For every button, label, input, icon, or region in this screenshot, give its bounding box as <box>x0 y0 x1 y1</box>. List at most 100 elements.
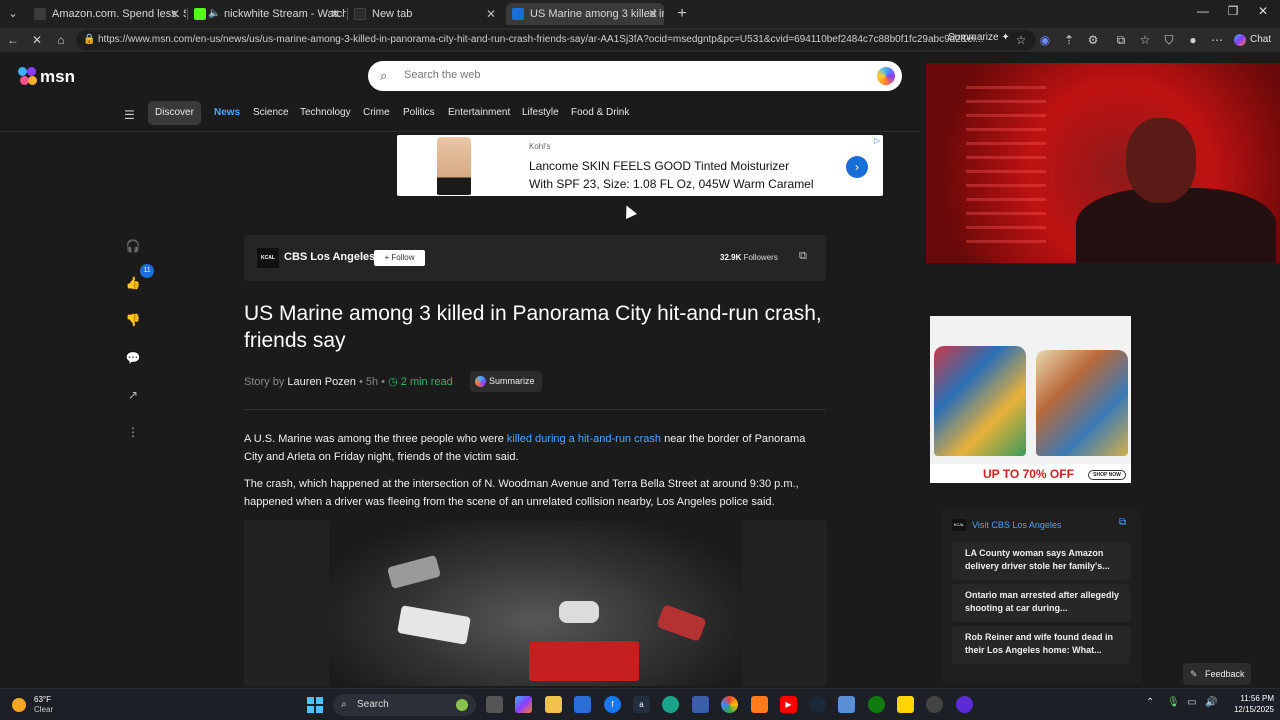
comment-icon[interactable]: 💬 <box>120 345 146 371</box>
nav-news[interactable]: News <box>214 101 240 125</box>
favorite-star-icon[interactable]: ☆ <box>1012 31 1030 49</box>
display-ad-tote-bags[interactable]: UP TO 70% OFF SHOP NOW <box>930 316 1131 483</box>
amazon-icon[interactable]: a <box>633 696 650 713</box>
search-placeholder: Search the web <box>404 69 481 81</box>
profile-avatar-icon[interactable]: ● <box>1184 31 1202 49</box>
weather-widget[interactable]: 63°F Clear <box>12 694 82 716</box>
file-explorer-icon[interactable] <box>545 696 562 713</box>
chrome-icon[interactable] <box>721 696 738 713</box>
nav-lifestyle[interactable]: Lifestyle <box>522 101 559 125</box>
stop-loading-icon[interactable]: ✕ <box>28 31 46 49</box>
store-icon[interactable] <box>574 696 591 713</box>
close-window-icon[interactable]: ✕ <box>1248 4 1278 18</box>
summarize-button[interactable]: Summarize <box>470 371 542 392</box>
author-link[interactable]: Lauren Pozen <box>287 376 356 388</box>
app-icon[interactable] <box>926 696 943 713</box>
copilot-icon[interactable] <box>877 67 895 85</box>
taskbar-search[interactable]: ⌕ Search <box>333 694 476 716</box>
favorites-icon[interactable]: ☆ <box>1136 31 1154 49</box>
youtube-icon[interactable]: ▶ <box>780 696 797 713</box>
nav-politics[interactable]: Politics <box>403 101 435 125</box>
edge-icon[interactable] <box>662 696 679 713</box>
home-icon[interactable]: ⌂ <box>52 31 70 49</box>
copilot-taskbar-icon[interactable] <box>515 696 532 713</box>
browser-essentials-icon[interactable]: ⛉ <box>1160 31 1178 49</box>
volume-icon[interactable]: 🔊 <box>1205 697 1217 708</box>
chat-label: Chat <box>1250 34 1272 45</box>
more-options-icon[interactable]: ⋮ <box>120 419 146 445</box>
steam-icon[interactable] <box>809 696 826 713</box>
system-clock[interactable]: 11:56 PM 12/15/2025 <box>1226 694 1274 714</box>
related-story[interactable]: LA County woman says Amazon delivery dri… <box>952 542 1130 580</box>
split-screen-icon[interactable]: ⧉ <box>1112 31 1130 49</box>
minimize-icon[interactable]: — <box>1188 4 1218 18</box>
nav-technology[interactable]: Technology <box>300 101 351 125</box>
address-bar[interactable]: 🔒 https://www.msn.com/en-us/news/us/us-m… <box>76 30 1036 50</box>
speaker-icon[interactable]: 🔈 <box>208 3 220 25</box>
copilot-chat-button[interactable]: Chat <box>1232 31 1271 49</box>
close-tab-icon[interactable]: ✕ <box>170 3 180 25</box>
open-external-icon[interactable]: ⧉ <box>799 250 807 263</box>
kick-favicon-icon <box>194 8 206 20</box>
share-icon[interactable]: ↗ <box>120 382 146 408</box>
facebook-icon[interactable]: f <box>604 696 621 713</box>
publisher-logo[interactable]: KCAL <box>257 248 279 268</box>
vlc-icon[interactable] <box>751 696 768 713</box>
tab-new-tab[interactable]: New tab ✕ <box>348 3 502 25</box>
network-icon[interactable]: ▭ <box>1187 697 1196 708</box>
article-age: • 5h • <box>358 376 386 388</box>
visit-publisher-link[interactable]: Visit CBS Los Angeles <box>972 520 1061 530</box>
tab-kick-stream[interactable]: nickwhite Stream - Watch Liv 🔈 ✕ <box>188 3 346 25</box>
start-windows-icon[interactable] <box>307 697 323 713</box>
followers-number: 32.9K <box>720 253 742 262</box>
show-hidden-icons-icon[interactable]: ⌃ <box>1146 697 1154 708</box>
close-tab-icon[interactable]: ✕ <box>330 3 340 25</box>
obs-icon[interactable] <box>956 696 973 713</box>
nav-food-drink[interactable]: Food & Drink <box>571 101 629 125</box>
shop-now-button[interactable]: SHOP NOW <box>1088 470 1126 480</box>
publisher-bar: KCAL CBS Los Angeles + Follow 32.9K Foll… <box>244 235 826 281</box>
article-photo[interactable] <box>244 521 827 686</box>
inline-article-link[interactable]: killed during a hit-and-run crash <box>507 433 661 445</box>
listen-headphones-icon[interactable]: 🎧 <box>120 233 146 259</box>
copilot-icon: ✦ <box>1001 32 1010 43</box>
followers-label: Followers <box>743 253 778 262</box>
nav-science[interactable]: Science <box>253 101 289 125</box>
open-external-icon[interactable]: ⧉ <box>1119 517 1126 528</box>
summarize-toolbar-button[interactable]: Summarize ✦ <box>948 28 1010 48</box>
back-icon[interactable]: ← <box>4 31 22 49</box>
publisher-name[interactable]: CBS Los Angeles <box>284 251 375 263</box>
microphone-icon[interactable]: 🎙 <box>1167 697 1180 708</box>
app-icon[interactable] <box>692 696 709 713</box>
close-tab-icon[interactable]: ✕ <box>486 3 496 25</box>
search-input[interactable]: ⌕ Search the web <box>368 61 902 91</box>
sticky-notes-icon[interactable] <box>897 696 914 713</box>
follow-button[interactable]: + Follow <box>374 250 425 266</box>
sponsored-ad-banner[interactable]: Kohl's Lancome SKIN FEELS GOOD Tinted Mo… <box>397 135 883 196</box>
summarize-label: Summarize <box>489 376 535 386</box>
extension-icon[interactable]: ◉ <box>1036 31 1054 49</box>
new-tab-button[interactable]: + <box>672 4 692 24</box>
tab-msn-article[interactable]: US Marine among 3 killed in Panc ✕ <box>506 3 664 25</box>
more-menu-icon[interactable]: ⋯ <box>1208 31 1226 49</box>
related-story[interactable]: Rob Reiner and wife found dead in their … <box>952 626 1130 664</box>
related-story[interactable]: Ontario man arrested after allegedly sho… <box>952 584 1130 622</box>
task-view-icon[interactable] <box>486 696 503 713</box>
nav-crime[interactable]: Crime <box>363 101 390 125</box>
xbox-icon[interactable] <box>868 696 885 713</box>
maximize-icon[interactable]: ❐ <box>1218 4 1248 18</box>
hamburger-menu-icon[interactable]: ☰ <box>124 108 135 122</box>
tab-amazon[interactable]: Amazon.com. Spend less. Smile m ✕ <box>28 3 186 25</box>
nav-discover[interactable]: Discover <box>148 101 201 125</box>
extensions-puzzle-icon[interactable]: ⚙ <box>1084 31 1102 49</box>
dislike-thumb-icon[interactable]: 👎 <box>120 307 146 333</box>
extension-icon[interactable]: ⇡ <box>1060 31 1078 49</box>
close-tab-icon[interactable]: ✕ <box>648 3 658 25</box>
ad-arrow-button[interactable]: › <box>846 156 868 178</box>
nav-entertainment[interactable]: Entertainment <box>448 101 510 125</box>
msn-favicon-icon <box>512 8 524 20</box>
feedback-button[interactable]: ✎ Feedback <box>1183 663 1251 685</box>
adchoices-icon[interactable]: ▷ <box>874 136 880 145</box>
app-icon[interactable] <box>838 696 855 713</box>
tab-actions-icon[interactable]: ⌄ <box>4 5 22 23</box>
